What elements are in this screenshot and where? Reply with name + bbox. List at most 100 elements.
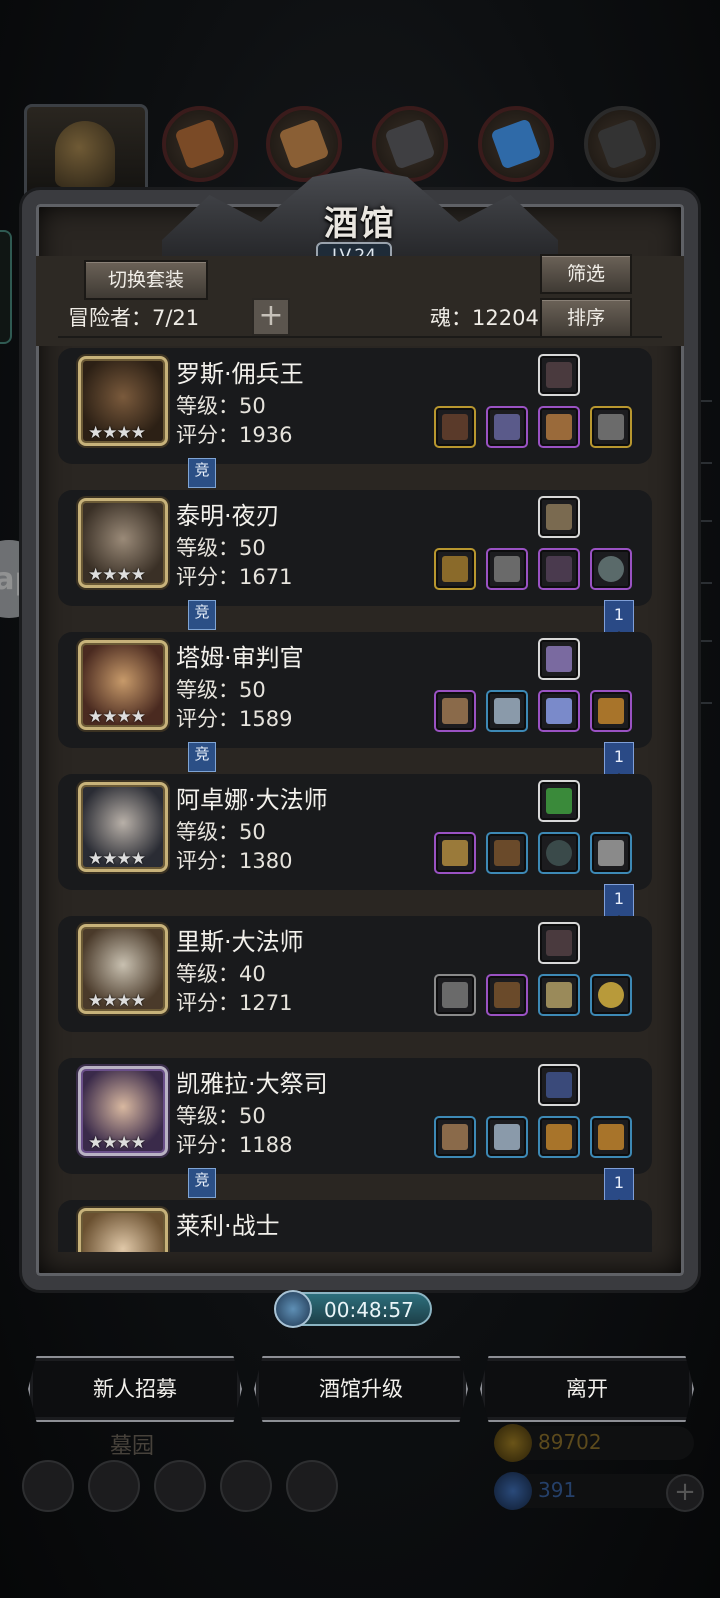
armor-slot[interactable] — [486, 690, 528, 732]
hero-card[interactable]: ★★★★ 阿卓娜·大法师 等级：50 评分：1380 — [58, 774, 652, 890]
weapon-slot[interactable] — [434, 974, 476, 1016]
boots-slot[interactable] — [538, 1116, 580, 1158]
category-crystal-tab[interactable] — [478, 106, 554, 182]
category-iron-tab[interactable] — [584, 106, 660, 182]
hero-card[interactable]: ★★★★ 泰明·夜刃 等级：50 评分：1671 — [58, 490, 652, 606]
helmet-icon — [55, 121, 115, 187]
hero-card[interactable]: ★★★★ 塔姆·审判官 等级：50 评分：1589 — [58, 632, 652, 748]
settings-icon[interactable] — [22, 1460, 74, 1512]
hero-name: 里斯·大法师 — [176, 928, 304, 956]
accessory-slot[interactable] — [590, 690, 632, 732]
chest-icon — [546, 1124, 572, 1150]
weapon-slot[interactable] — [434, 548, 476, 590]
hero-card[interactable]: 莱利·战士 — [58, 1200, 652, 1252]
boots-slot[interactable] — [538, 832, 580, 874]
accessory-slot[interactable] — [590, 1116, 632, 1158]
weapon-slot[interactable] — [434, 1116, 476, 1158]
gauntlet-icon — [546, 982, 572, 1008]
relic-slot[interactable] — [538, 638, 580, 680]
accessory-slot[interactable] — [590, 548, 632, 590]
boots-slot[interactable] — [538, 690, 580, 732]
feather-icon — [546, 930, 572, 956]
recruit-button[interactable]: 新人招募 — [28, 1356, 242, 1422]
boots-slot[interactable] — [538, 548, 580, 590]
mail-icon[interactable] — [220, 1460, 272, 1512]
armor-icon — [494, 556, 520, 582]
boots-slot[interactable] — [538, 974, 580, 1016]
wood-icon — [278, 118, 330, 170]
guild-icon[interactable] — [154, 1460, 206, 1512]
armor-slot[interactable] — [486, 832, 528, 874]
relic-slot[interactable] — [538, 1064, 580, 1106]
spellbook-icon — [546, 788, 572, 814]
armor-slot[interactable] — [486, 406, 528, 448]
hero-name: 塔姆·审判官 — [176, 644, 304, 672]
category-armor-tab[interactable] — [162, 106, 238, 182]
ring-icon — [598, 982, 624, 1008]
relic-slot[interactable] — [538, 780, 580, 822]
side-tab — [0, 230, 12, 344]
gem-icon — [546, 698, 572, 724]
hero-stars: ★★★★ — [88, 1133, 146, 1153]
relic-slot[interactable] — [538, 354, 580, 396]
hero-list[interactable]: ★★★★ 罗斯·佣兵王 等级：50 评分：1936 竞 ★★★★ 泰明·夜刃 等… — [58, 348, 658, 1252]
feather-icon — [546, 556, 572, 582]
gold-amount: 89702 — [538, 1430, 602, 1454]
hero-stars: ★★★★ — [88, 565, 146, 585]
armor-icon — [494, 1124, 520, 1150]
refresh-timer: 00:48:57 — [274, 1290, 432, 1328]
arena-badge: 竞 — [188, 458, 216, 488]
bow-icon — [546, 504, 572, 530]
gauntlet-icon — [598, 840, 624, 866]
armor-icon — [174, 118, 226, 170]
hero-name: 泰明·夜刃 — [176, 502, 280, 530]
switch-set-button[interactable]: 切换套装 — [84, 260, 208, 300]
sort-button[interactable]: 排序 — [540, 298, 632, 338]
panel-title: 酒馆 — [324, 204, 396, 244]
boots-slot[interactable] — [538, 406, 580, 448]
add-adventurer-button[interactable]: + — [252, 298, 290, 336]
achievement-icon[interactable] — [88, 1460, 140, 1512]
add-gems-button[interactable]: + — [666, 1474, 704, 1512]
hero-card[interactable]: ★★★★ 罗斯·佣兵王 等级：50 评分：1936 — [58, 348, 652, 464]
gold-resource: 89702 — [494, 1424, 694, 1462]
tavern-panel: 酒馆 LV.24 切换套装 筛选 冒险者：7/21 + 魂：12204 排序 ★… — [22, 168, 698, 1290]
hero-card[interactable]: ★★★★ 凯雅拉·大祭司 等级：50 评分：1188 — [58, 1058, 652, 1174]
hero-stars: ★★★★ — [88, 849, 146, 869]
hero-level: 等级：50 — [176, 820, 266, 844]
weapon-slot[interactable] — [434, 690, 476, 732]
armor-slot[interactable] — [486, 974, 528, 1016]
hero-stars: ★★★★ — [88, 991, 146, 1011]
accessory-slot[interactable] — [590, 974, 632, 1016]
map-icon[interactable] — [286, 1460, 338, 1512]
hero-stars: ★★★★ — [88, 423, 146, 443]
armor-slot[interactable] — [486, 1116, 528, 1158]
soul-count: 魂：12204 — [430, 306, 539, 330]
relic-slot[interactable] — [538, 496, 580, 538]
hammer-icon — [442, 1124, 468, 1150]
chest-icon — [598, 698, 624, 724]
hero-card[interactable]: ★★★★ 里斯·大法师 等级：40 评分：1271 — [58, 916, 652, 1032]
armor-icon — [494, 698, 520, 724]
category-wood-tab[interactable] — [266, 106, 342, 182]
hero-score: 评分：1589 — [176, 707, 293, 731]
filter-button[interactable]: 筛选 — [540, 254, 632, 294]
gold-coin-icon — [494, 1424, 532, 1462]
upgrade-tavern-button[interactable]: 酒馆升级 — [254, 1356, 468, 1422]
panel-header: 切换套装 筛选 冒险者：7/21 + 魂：12204 排序 — [36, 254, 684, 346]
staff-icon — [442, 840, 468, 866]
staff-icon — [442, 982, 468, 1008]
gem-resource: 391 — [494, 1472, 694, 1510]
feather-icon — [546, 362, 572, 388]
relic-slot[interactable] — [538, 922, 580, 964]
leave-button[interactable]: 离开 — [480, 1356, 694, 1422]
hero-score: 评分：1188 — [176, 1133, 293, 1157]
weapon-slot[interactable] — [434, 832, 476, 874]
accessory-slot[interactable] — [590, 832, 632, 874]
hammer-icon — [442, 698, 468, 724]
crystal-icon — [546, 646, 572, 672]
armor-slot[interactable] — [486, 548, 528, 590]
category-stone-tab[interactable] — [372, 106, 448, 182]
weapon-slot[interactable] — [434, 406, 476, 448]
accessory-slot[interactable] — [590, 406, 632, 448]
